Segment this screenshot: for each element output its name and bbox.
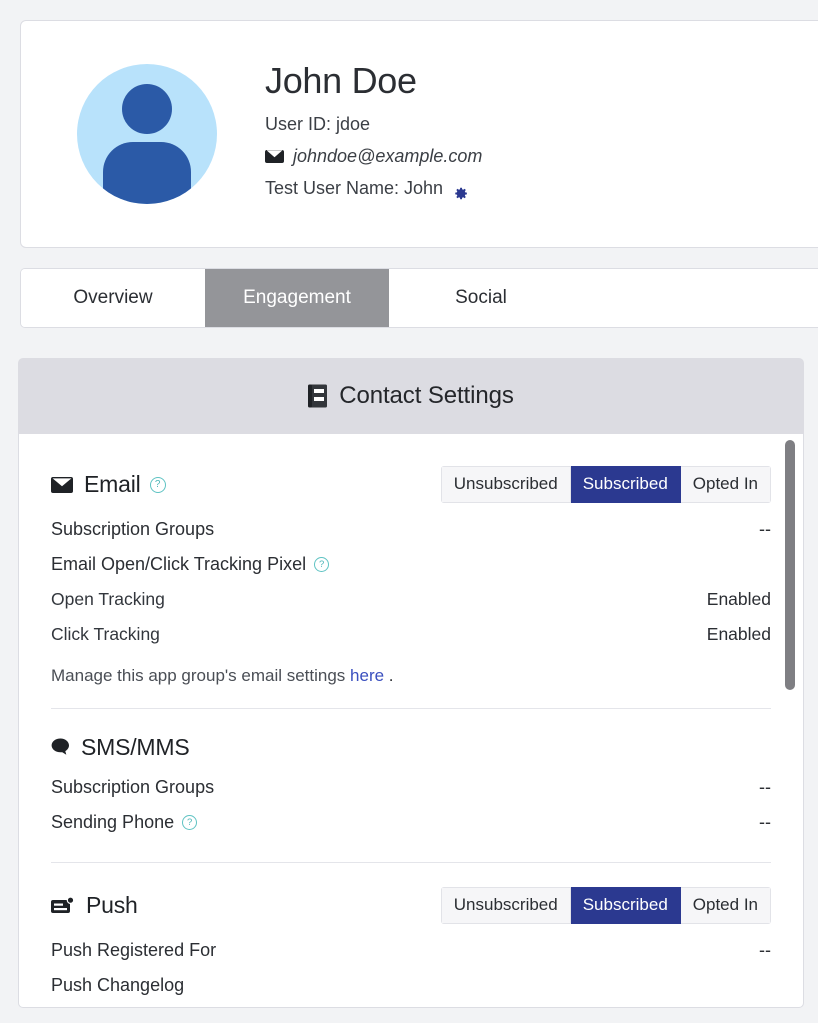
contact-settings-title: Contact Settings — [339, 382, 514, 409]
table-row: Push Registered For -- — [51, 933, 771, 968]
row-label: Email Open/Click Tracking Pixel — [51, 554, 307, 574]
table-row: Click Tracking Enabled — [51, 617, 771, 652]
segment-push-subscribed[interactable]: Subscribed — [570, 887, 681, 924]
envelope-icon — [51, 476, 73, 493]
channel-rows-sms: Subscription Groups -- Sending Phone ? -… — [51, 770, 771, 840]
row-value: -- — [759, 940, 771, 960]
channel-title-email: Email ? — [51, 471, 166, 498]
envelope-icon — [265, 149, 284, 163]
table-row: Email Open/Click Tracking Pixel ? — [51, 547, 771, 582]
scrollbar-track[interactable] — [785, 438, 795, 1004]
profile-details: John Doe User ID: jdoe johndoe@example.c… — [265, 60, 482, 208]
table-row: Sending Phone ? -- — [51, 805, 771, 840]
user-profile-card: John Doe User ID: jdoe johndoe@example.c… — [20, 20, 818, 248]
segment-push-unsubscribed[interactable]: Unsubscribed — [440, 887, 571, 924]
segment-email-opted-in[interactable]: Opted In — [680, 466, 771, 503]
row-label: Subscription Groups — [51, 519, 215, 539]
tab-engagement[interactable]: Engagement — [205, 269, 389, 327]
row-label: Subscription Groups — [51, 777, 215, 797]
profile-tab-bar: Overview Engagement Social — [20, 268, 818, 328]
tab-overview-label: Overview — [73, 287, 153, 308]
channel-rows-email: Subscription Groups -- Email Open/Click … — [51, 512, 771, 686]
segment-email-subscribed[interactable]: Subscribed — [570, 466, 681, 503]
contact-settings-header: Contact Settings — [18, 358, 804, 434]
help-icon-tracking-pixel[interactable]: ? — [314, 557, 330, 572]
table-row: Open Tracking Enabled — [51, 582, 771, 617]
help-icon-email[interactable]: ? — [149, 476, 166, 493]
test-user-name-text: Test User Name: John — [265, 178, 444, 199]
channel-title-push-label: Push — [86, 892, 138, 918]
table-row: Push Changelog — [51, 968, 771, 1003]
channel-header-sms: SMS/MMS — [51, 733, 771, 761]
tab-social-label: Social — [455, 287, 507, 308]
row-value: -- — [759, 519, 771, 539]
segment-email-unsubscribed[interactable]: Unsubscribed — [440, 466, 571, 503]
avatar — [77, 64, 217, 204]
avatar-head — [122, 84, 172, 134]
channel-section-push: Push Unsubscribed Subscribed Opted In Pu… — [51, 863, 771, 1003]
tab-engagement-label: Engagement — [243, 287, 351, 308]
row-value: -- — [759, 812, 771, 832]
segment-push-opted-in[interactable]: Opted In — [680, 887, 771, 924]
gear-icon[interactable] — [452, 180, 469, 200]
row-value: -- — [759, 777, 771, 797]
channel-header-email: Email ? Unsubscribed Subscribed Opted In — [51, 466, 771, 503]
push-notification-icon — [51, 896, 75, 915]
row-label: Push Changelog — [51, 975, 185, 995]
subscription-state-email: Unsubscribed Subscribed Opted In — [440, 466, 771, 503]
row-label: Open Tracking — [51, 589, 165, 609]
user-id-line: User ID: jdoe — [265, 108, 482, 140]
subscription-state-push: Unsubscribed Subscribed Opted In — [440, 887, 771, 924]
contact-settings-scroll-content: Email ? Unsubscribed Subscribed Opted In… — [19, 434, 803, 1003]
email-settings-note: Manage this app group's email settings h… — [51, 652, 771, 686]
channel-section-email: Email ? Unsubscribed Subscribed Opted In… — [51, 466, 771, 709]
channel-rows-push: Push Registered For -- Push Changelog — [51, 933, 771, 1003]
row-label: Sending Phone — [51, 812, 175, 832]
page-title: John Doe — [265, 59, 417, 101]
channel-header-push: Push Unsubscribed Subscribed Opted In — [51, 887, 771, 924]
chat-bubble-icon — [51, 738, 70, 756]
table-row: Subscription Groups -- — [51, 512, 771, 547]
user-email-text: johndoe@example.com — [293, 146, 483, 167]
row-value: Enabled — [706, 624, 771, 644]
table-row: Subscription Groups -- — [51, 770, 771, 805]
channel-title-push: Push — [51, 892, 138, 919]
channel-title-sms-label: SMS/MMS — [81, 733, 190, 760]
tab-social[interactable]: Social — [389, 269, 573, 327]
contact-settings-body: Email ? Unsubscribed Subscribed Opted In… — [18, 434, 804, 1008]
scrollbar-thumb[interactable] — [785, 440, 795, 690]
channel-section-sms: SMS/MMS Subscription Groups -- Sending P… — [51, 709, 771, 863]
user-id-text: User ID: jdoe — [265, 114, 371, 135]
row-label-group: Email Open/Click Tracking Pixel ? — [51, 554, 330, 575]
tab-overview[interactable]: Overview — [21, 269, 205, 327]
note-prefix: Manage this app group's email settings — [51, 666, 351, 685]
row-label-group: Sending Phone ? — [51, 812, 198, 833]
help-icon-sending-phone[interactable]: ? — [182, 815, 198, 830]
user-email-line: johndoe@example.com — [265, 140, 482, 172]
channel-title-sms: SMS/MMS — [51, 734, 190, 761]
email-settings-link[interactable]: here — [350, 666, 384, 685]
avatar-body — [103, 142, 191, 204]
page-root: John Doe User ID: jdoe johndoe@example.c… — [0, 0, 818, 1023]
row-value: Enabled — [706, 589, 771, 609]
note-suffix: . — [384, 666, 394, 685]
channel-title-email-label: Email — [84, 471, 141, 497]
row-label: Push Registered For — [51, 940, 217, 960]
address-book-icon — [308, 384, 328, 408]
test-user-name-line: Test User Name: John — [265, 172, 482, 204]
row-label: Click Tracking — [51, 624, 160, 644]
